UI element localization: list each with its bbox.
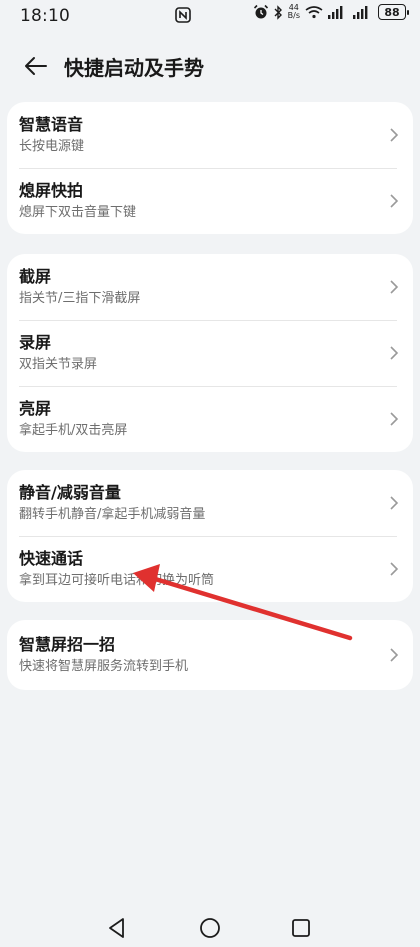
item-subtitle: 拿起手机/双击亮屏	[19, 422, 128, 438]
item-title: 亮屏	[19, 398, 52, 418]
list-item-smart-voice[interactable]: 智慧语音 长按电源键	[7, 102, 413, 168]
battery-icon: 88	[378, 4, 409, 20]
item-subtitle: 指关节/三指下滑截屏	[19, 290, 141, 306]
chevron-right-icon	[390, 562, 399, 576]
chevron-right-icon	[390, 280, 399, 294]
recents-square-icon	[292, 919, 310, 937]
net-speed: 44 B/s	[288, 4, 300, 20]
item-subtitle: 翻转手机静音/拿起手机减弱音量	[19, 506, 206, 522]
settings-group-calls: 静音/减弱音量 翻转手机静音/拿起手机减弱音量 快速通话 拿到耳边可接听电话和切…	[7, 470, 413, 602]
item-title: 熄屏快拍	[19, 180, 84, 200]
net-speed-unit: B/s	[287, 11, 300, 20]
settings-group-screen: 截屏 指关节/三指下滑截屏 录屏 双指关节录屏 亮屏 拿起手机/双击亮屏	[7, 254, 413, 452]
chevron-right-icon	[390, 128, 399, 142]
alarm-icon	[253, 4, 268, 19]
item-subtitle: 熄屏下双击音量下键	[19, 204, 137, 220]
home-circle-icon	[200, 918, 220, 938]
nav-back-button[interactable]	[104, 915, 130, 941]
list-item-screen-off-snapshot[interactable]: 熄屏快拍 熄屏下双击音量下键	[7, 168, 413, 234]
nav-recents-button[interactable]	[288, 915, 314, 941]
page-title: 快捷启动及手势	[64, 55, 204, 80]
bluetooth-icon	[274, 4, 282, 20]
back-button[interactable]	[14, 46, 58, 86]
item-subtitle: 双指关节录屏	[19, 356, 98, 372]
item-subtitle: 快速将智慧屏服务流转到手机	[19, 658, 189, 674]
settings-group-voice: 智慧语音 长按电源键 熄屏快拍 熄屏下双击音量下键	[7, 102, 413, 234]
item-title: 静音/减弱音量	[19, 482, 121, 502]
status-time: 18:10	[20, 6, 70, 26]
chevron-right-icon	[390, 194, 399, 208]
chevron-right-icon	[390, 412, 399, 426]
chevron-right-icon	[390, 346, 399, 360]
status-icons: 44 B/s 88	[253, 4, 409, 20]
app-header: 快捷启动及手势	[0, 46, 420, 86]
settings-group-smart-screen: 智慧屏招一招 快速将智慧屏服务流转到手机	[7, 620, 413, 690]
item-subtitle: 拿到耳边可接听电话和切换为听筒	[19, 572, 215, 588]
list-item-screen-record[interactable]: 录屏 双指关节录屏	[7, 320, 413, 386]
item-title: 智慧语音	[19, 114, 84, 134]
list-item-mute-volume[interactable]: 静音/减弱音量 翻转手机静音/拿起手机减弱音量	[7, 470, 413, 536]
status-bar: 18:10 44 B/s 88	[0, 0, 420, 32]
back-triangle-icon	[109, 918, 124, 938]
item-title: 录屏	[19, 332, 52, 352]
list-item-quick-call[interactable]: 快速通话 拿到耳边可接听电话和切换为听筒	[7, 536, 413, 602]
item-title: 智慧屏招一招	[19, 634, 116, 654]
nav-home-button[interactable]	[197, 915, 223, 941]
chevron-right-icon	[390, 496, 399, 510]
settings-page: 18:10 44 B/s 88 快捷启动及手势 智慧语音 长按电源键 熄屏快拍 …	[0, 0, 420, 947]
list-item-smart-screen-wave[interactable]: 智慧屏招一招 快速将智慧屏服务流转到手机	[7, 620, 413, 690]
signal-icon	[328, 6, 343, 19]
list-item-wake-screen[interactable]: 亮屏 拿起手机/双击亮屏	[7, 386, 413, 452]
system-nav-bar	[0, 907, 420, 947]
item-subtitle: 长按电源键	[19, 138, 85, 154]
list-item-screenshot[interactable]: 截屏 指关节/三指下滑截屏	[7, 254, 413, 320]
nfc-icon	[175, 7, 191, 23]
wifi-icon	[305, 6, 323, 19]
item-title: 快速通话	[19, 548, 84, 568]
signal-icon	[353, 6, 368, 19]
item-title: 截屏	[19, 266, 52, 286]
chevron-right-icon	[390, 648, 399, 662]
arrow-left-icon	[25, 57, 47, 75]
